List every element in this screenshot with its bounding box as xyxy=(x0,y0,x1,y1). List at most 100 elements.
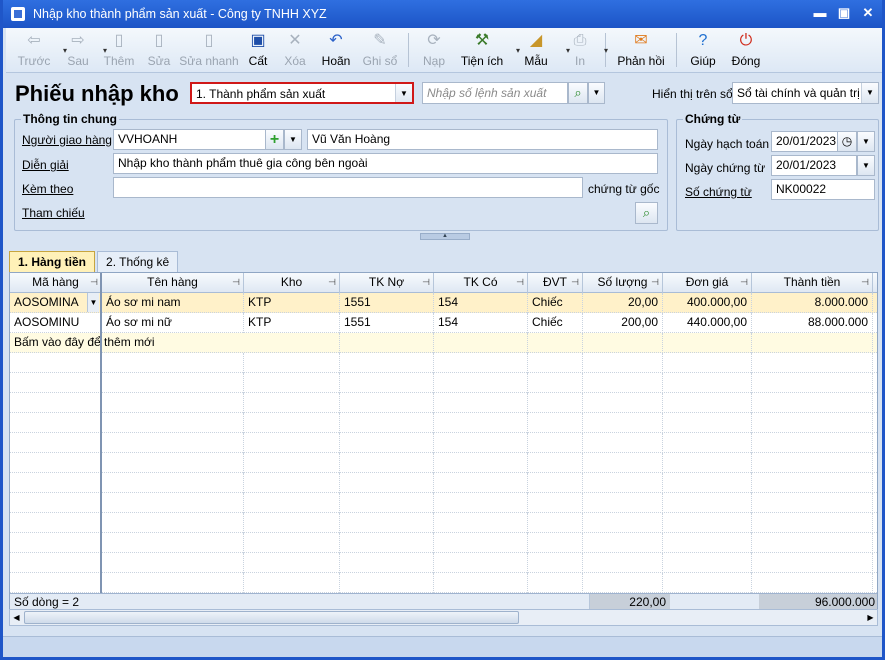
reference-search-icon[interactable]: ⌕ xyxy=(635,202,658,224)
undo-button[interactable]: ↶ Hoãn xyxy=(314,28,358,72)
tab-statistics[interactable]: 2. Thống kê xyxy=(97,251,179,272)
deliverer-code-input[interactable]: VVHOANH xyxy=(113,129,266,150)
minimize-button[interactable]: ▬ xyxy=(812,5,828,21)
dropdown-arrow-icon[interactable]: ▾ xyxy=(604,46,608,55)
cell-item-name[interactable]: Áo sơ mi nữ xyxy=(102,313,244,333)
reload-button[interactable]: ⟳ Nạp xyxy=(415,28,453,72)
close-window-button[interactable]: ✕ xyxy=(860,5,876,21)
maximize-button[interactable]: ▣ xyxy=(836,5,852,21)
cell-amount[interactable]: 8.000.000 xyxy=(752,293,873,313)
back-button[interactable]: ⇦ Trước ▾ xyxy=(10,28,67,72)
cell-credit-account[interactable]: 154 xyxy=(434,313,528,333)
cell-item-code[interactable]: AOSOMINU xyxy=(10,313,102,333)
chevron-down-icon[interactable]: ▼ xyxy=(861,83,878,103)
chevron-down-icon[interactable]: ▼ xyxy=(857,131,875,152)
post-button[interactable]: ✎ Ghi sổ xyxy=(358,28,402,72)
clock-icon[interactable]: ◷ xyxy=(837,131,857,152)
app-icon xyxy=(11,7,25,21)
pin-icon[interactable]: ⊣ xyxy=(740,273,748,292)
empty-cell xyxy=(663,433,752,453)
cell-quantity[interactable]: 20,00 xyxy=(583,293,663,313)
display-book-select[interactable]: Sổ tài chính và quản trị ▼ xyxy=(732,82,879,104)
chevron-down-icon[interactable]: ▼ xyxy=(588,82,605,104)
delete-button[interactable]: ✕ Xóa xyxy=(276,28,314,72)
column-header-debit-account[interactable]: TK Nợ ⊣ xyxy=(340,273,434,293)
voucher-type-select[interactable]: 1. Thành phẩm sản xuất ▼ xyxy=(190,82,414,104)
cell-debit-account[interactable]: 1551 xyxy=(340,313,434,333)
chevron-down-icon[interactable]: ▼ xyxy=(284,129,302,150)
column-header-amount[interactable]: Thành tiền ⊣ xyxy=(752,273,873,293)
empty-cell xyxy=(244,393,340,413)
close-button[interactable]: ⏻ Đóng xyxy=(723,28,769,72)
cell-unit-price[interactable]: 400.000,00 xyxy=(663,293,752,313)
cell-item-code[interactable]: AOSOMINA ▼ xyxy=(10,293,102,313)
pin-icon[interactable]: ⊣ xyxy=(861,273,869,292)
empty-cell xyxy=(752,513,873,533)
chevron-down-icon[interactable]: ▼ xyxy=(395,84,412,102)
cell-quantity[interactable]: 200,00 xyxy=(583,313,663,333)
column-header-item-name[interactable]: Tên hàng ⊣ xyxy=(102,273,244,293)
cell-amount[interactable]: 88.000.000 xyxy=(752,313,873,333)
template-button[interactable]: ◢ Mẫu ▾ xyxy=(511,28,570,72)
column-header-unit-price[interactable]: Đơn giá ⊣ xyxy=(663,273,752,293)
cell-debit-account[interactable]: 1551 xyxy=(340,293,434,313)
cell-item-name[interactable]: Áo sơ mi nam xyxy=(102,293,244,313)
add-button[interactable]: ▯ Thêm xyxy=(98,28,140,72)
chevron-down-icon[interactable]: ▼ xyxy=(87,293,99,312)
pin-icon[interactable]: ⊣ xyxy=(90,273,98,292)
scroll-right-icon[interactable]: ▶ xyxy=(864,610,877,625)
posting-date-input[interactable]: 20/01/2023 xyxy=(771,131,838,152)
print-button[interactable]: ⎙ In ▾ xyxy=(561,28,608,72)
table-row[interactable]: AOSOMINU Áo sơ mi nữ KTP 1551 154 Chiếc 200,00… xyxy=(10,313,877,333)
detail-grid: Mã hàng ⊣ Tên hàng ⊣ Kho ⊣ TK Nợ ⊣ TK Có ⊣ ĐVT ⊣ Số … xyxy=(9,272,878,610)
empty-cell xyxy=(102,353,244,373)
column-header-quantity[interactable]: Số lượng ⊣ xyxy=(583,273,663,293)
pin-icon[interactable]: ⊣ xyxy=(651,273,659,292)
column-header-warehouse[interactable]: Kho ⊣ xyxy=(244,273,340,293)
add-plus-icon[interactable]: + xyxy=(265,129,284,150)
column-header-item-code[interactable]: Mã hàng ⊣ xyxy=(10,273,102,293)
new-row[interactable]: Bấm vào đây để thêm mới xyxy=(10,333,877,353)
save-button[interactable]: ▣ Cất xyxy=(240,28,276,72)
feedback-button[interactable]: ✉ Phản hồi xyxy=(612,28,670,72)
reload-icon: ⟳ xyxy=(427,32,441,49)
table-row[interactable]: AOSOMINA ▼ Áo sơ mi nam KTP 1551 154 Chiếc 20,0… xyxy=(10,293,877,313)
display-book-value: Sổ tài chính và quản trị xyxy=(737,86,860,100)
collapse-splitter[interactable]: ▲ xyxy=(420,233,470,240)
cell-unit[interactable]: Chiếc xyxy=(528,313,583,333)
production-order-input[interactable]: Nhập số lệnh sản xuất xyxy=(422,82,568,104)
cell-warehouse[interactable]: KTP xyxy=(244,293,340,313)
pin-icon[interactable]: ⊣ xyxy=(232,273,240,292)
voucher-date-input[interactable]: 20/01/2023 xyxy=(771,155,857,176)
column-header-credit-account[interactable]: TK Có ⊣ xyxy=(434,273,528,293)
template-label: Mẫu xyxy=(524,54,548,68)
cell-unit-price[interactable]: 440.000,00 xyxy=(663,313,752,333)
feedback-label: Phản hồi xyxy=(617,54,665,68)
quickedit-button[interactable]: ▯ Sửa nhanh xyxy=(178,28,240,72)
deliverer-name-input[interactable]: Vũ Văn Hoàng xyxy=(307,129,658,150)
search-order-icon[interactable]: ⌕ xyxy=(568,82,588,104)
next-button[interactable]: ⇨ Sau ▾ xyxy=(58,28,107,72)
voucher-number-input[interactable]: NK00022 xyxy=(771,179,875,200)
pin-icon[interactable]: ⊣ xyxy=(516,273,524,292)
scroll-left-icon[interactable]: ◀ xyxy=(10,610,23,625)
scrollbar-thumb[interactable] xyxy=(24,611,519,624)
attachment-input[interactable] xyxy=(113,177,583,198)
tab-goods-money[interactable]: 1. Hàng tiền xyxy=(9,251,96,272)
help-button[interactable]: ? Giúp xyxy=(683,28,723,72)
utils-button[interactable]: ⚒ Tiện ích ▾ xyxy=(453,28,520,72)
cell-warehouse[interactable]: KTP xyxy=(244,313,340,333)
pin-icon[interactable]: ⊣ xyxy=(328,273,336,292)
horizontal-scrollbar[interactable]: ◀ ▶ xyxy=(9,609,878,626)
new-row-hint[interactable]: Bấm vào đây để thêm mới xyxy=(10,333,310,353)
cell-credit-account[interactable]: 154 xyxy=(434,293,528,313)
chevron-down-icon[interactable]: ▼ xyxy=(857,155,875,176)
pin-icon[interactable]: ⊣ xyxy=(422,273,430,292)
pin-icon[interactable]: ⊣ xyxy=(571,273,579,292)
edit-button[interactable]: ▯ Sửa xyxy=(140,28,178,72)
empty-cell xyxy=(102,573,244,593)
cell-value: KTP xyxy=(248,295,272,309)
column-header-unit[interactable]: ĐVT ⊣ xyxy=(528,273,583,293)
cell-unit[interactable]: Chiếc xyxy=(528,293,583,313)
description-input[interactable]: Nhập kho thành phẩm thuê gia công bên ng… xyxy=(113,153,658,174)
